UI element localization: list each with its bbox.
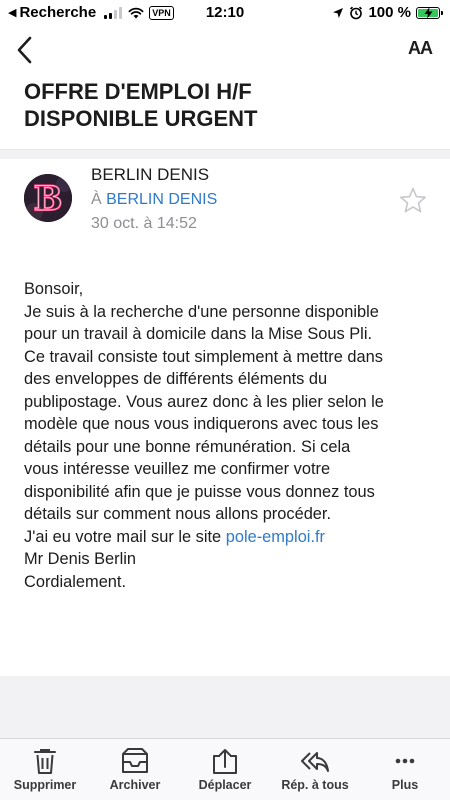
nav-bar: AA [0, 28, 450, 72]
archive-label: Archiver [109, 778, 161, 792]
body-line: Bonsoir, [24, 280, 84, 298]
location-arrow-icon [333, 7, 344, 18]
body-line: disponibilité afin que je puisse vous do… [24, 482, 375, 501]
body-line: Ce travail consiste tout simplement à me… [24, 347, 383, 366]
trash-icon [34, 749, 56, 774]
delete-label: Supprimer [13, 778, 77, 792]
avatar-letter-icon: B B [24, 174, 72, 222]
move-folder-icon [213, 749, 237, 774]
body-line: vous intéresse veuillez me confirmer vot… [24, 460, 331, 478]
body-line: pour un travail à domicile dans la Mise … [24, 325, 373, 343]
archive-tray-icon [122, 748, 148, 773]
email-subject: OFFRE D'EMPLOI H/F DISPONIBLE URGENT [24, 78, 434, 132]
recipient-line: À BERLIN DENIS [91, 191, 217, 209]
svg-text:B: B [34, 179, 63, 219]
battery-percent: 100 % [368, 4, 411, 21]
subject-line: OFFRE D'EMPLOI H/F [24, 79, 252, 104]
star-icon[interactable] [398, 186, 428, 216]
bottom-toolbar: Supprimer Archiver Déplacer Rép. à tous … [0, 738, 450, 800]
body-line: publipostage. Vous aurez donc à les plie… [24, 392, 384, 411]
email-body: Bonsoir, Je suis à la recherche d'une pe… [24, 278, 436, 593]
body-line: Je suis à la recherche d'une personne di… [24, 302, 379, 321]
reply-all-label: Rép. à tous [281, 778, 349, 792]
delete-button[interactable]: Supprimer [0, 739, 90, 800]
header-divider [0, 149, 450, 159]
back-chevron-icon[interactable] [12, 32, 42, 68]
site-link[interactable]: pole-emploi.fr [226, 528, 325, 546]
closing-line: Cordialement. [24, 572, 127, 591]
archive-button[interactable]: Archiver [90, 739, 180, 800]
body-line-site: J'ai eu votre mail sur le site pole-empl… [24, 526, 436, 549]
site-prefix: J'ai eu votre mail sur le site [24, 527, 226, 546]
move-button[interactable]: Déplacer [180, 739, 270, 800]
more-label: Plus [391, 778, 419, 792]
body-line: détails pour une bonne rémunération. Si … [24, 437, 351, 456]
body-line: des enveloppes de différents éléments du [24, 370, 328, 388]
reply-all-button[interactable]: Rép. à tous [270, 739, 360, 800]
body-bottom-band [0, 676, 450, 738]
more-button[interactable]: Plus [360, 739, 450, 800]
battery-icon [416, 6, 443, 19]
sender-avatar[interactable]: B B [24, 174, 72, 222]
signature-line: Mr Denis Berlin [24, 550, 137, 568]
body-line: modèle que nous vous indiquerons avec to… [24, 415, 379, 433]
sender-name[interactable]: BERLIN DENIS [91, 165, 209, 185]
reply-all-icon [301, 752, 329, 772]
text-size-button[interactable]: AA [408, 38, 433, 59]
status-right: 100 % [332, 4, 443, 21]
email-date: 30 oct. à 14:52 [91, 215, 197, 232]
status-bar: ◀ Recherche VPN 12:10 100 % [0, 0, 450, 26]
recipient-name[interactable]: BERLIN DENIS [106, 191, 217, 208]
subject-line: DISPONIBLE URGENT [24, 106, 258, 131]
move-label: Déplacer [198, 778, 252, 792]
body-line: détails sur comment nous allons procéder… [24, 505, 332, 523]
alarm-icon [350, 6, 363, 19]
to-prefix: À [91, 191, 102, 208]
more-dots-icon [395, 758, 415, 764]
